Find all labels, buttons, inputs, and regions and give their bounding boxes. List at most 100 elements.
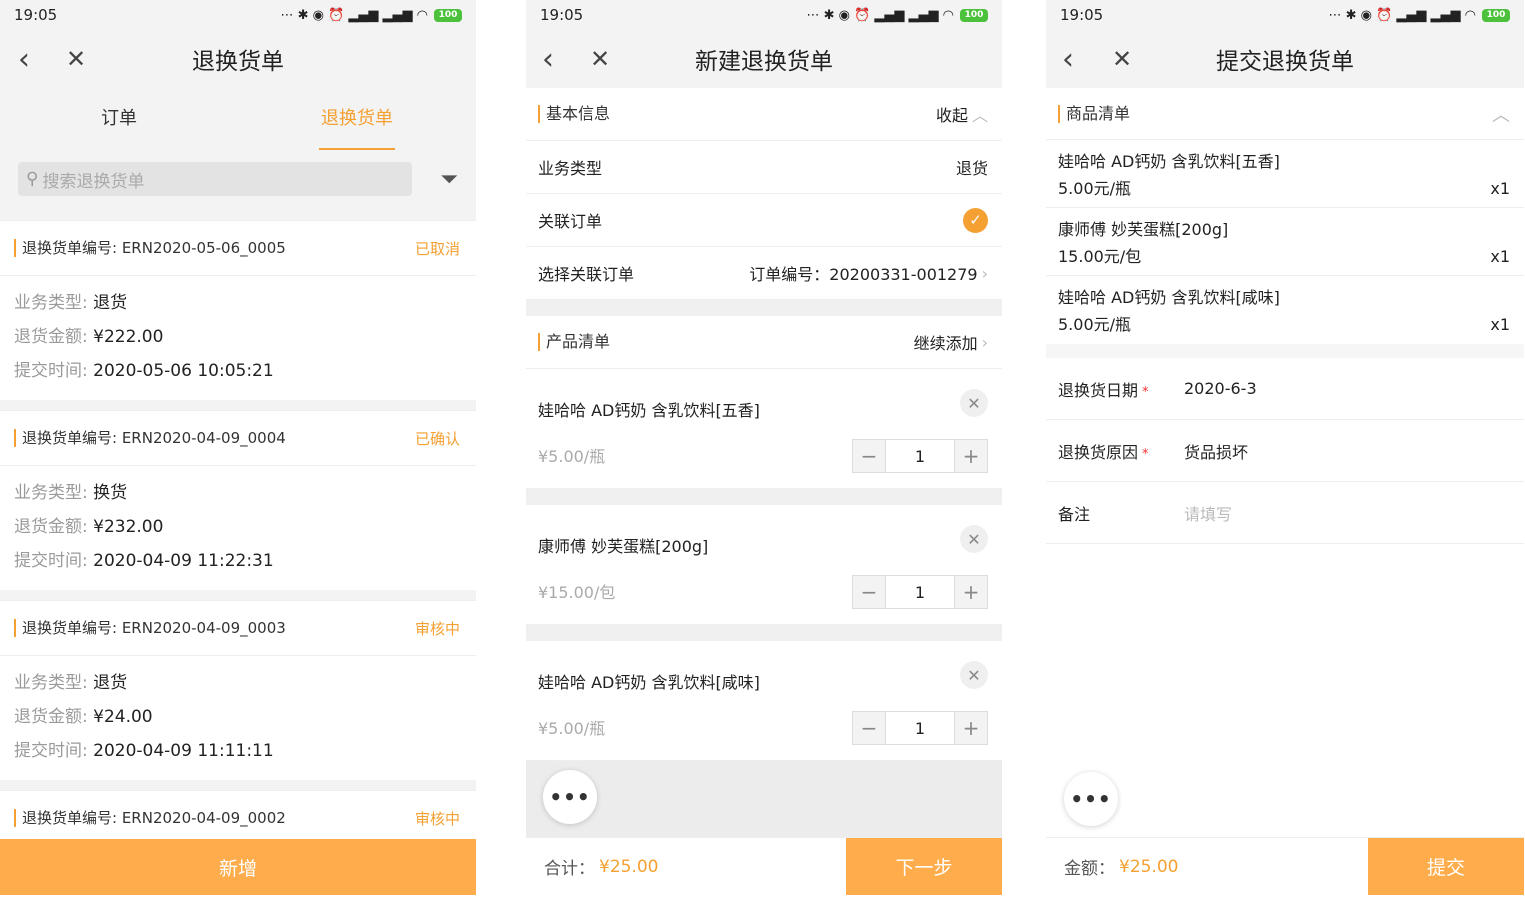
minus-icon[interactable]: − [853,440,885,472]
biz-type-key: 业务类型: [14,673,94,693]
reason-row[interactable]: 退换货原因 * 货品损坏 [1046,420,1524,482]
checkmark-icon[interactable]: ✓ [963,207,988,233]
card-header: 退换货单编号: ERN2020-04-09_0004 已确认 [0,410,476,466]
divider [526,489,1002,505]
collapse-button[interactable]: 收起 ︿ [936,102,988,126]
product-list-header: 产品清单 继续添加 › [526,316,1002,369]
list-item[interactable]: 退换货单编号: ERN2020-04-09_0004 已确认 业务类型: 换货 … [0,410,476,590]
chevron-up-icon: ︿ [971,106,988,125]
goods-name: 康师傅 妙芙蛋糕[200g] [1058,220,1229,239]
list-item[interactable]: 退换货单编号: ERN2020-04-09_0002 审核中 [0,790,476,846]
minus-icon[interactable]: − [853,712,885,744]
tab-returns[interactable]: 退换货单 [238,88,476,150]
amount-value: ¥25.00 [1119,856,1179,877]
search-input[interactable]: ⚲ 搜索退换货单 [18,162,412,196]
date-value: 2020-6-3 [1184,379,1257,398]
divider [526,300,1002,316]
quantity-value[interactable]: 1 [885,440,955,472]
date-label: 退换货日期 [1058,380,1139,400]
select-order-label: 选择关联订单 [538,265,635,284]
amount-value: ¥232.00 [93,517,164,537]
plus-icon[interactable]: + [955,576,987,608]
product-price: ¥15.00/包 [538,583,616,602]
basic-info-header: 基本信息 收起 ︿ [526,88,1002,141]
search-row: ⚲ 搜索退换货单 ⏷ [0,150,476,208]
signal-icon: ⋯ ✱ ◉ ⏰ ▂▄▆ ▂▄▆ ◠ [1328,7,1476,23]
product-price: ¥5.00/瓶 [538,447,606,466]
amount-label: 金额： [1064,859,1115,879]
remark-field[interactable]: 请填写 [1184,501,1232,525]
amount: 退货金额: ¥222.00 [14,320,462,354]
divider [1046,344,1524,358]
list-item[interactable]: 退换货单编号: ERN2020-05-06_0005 已取消 业务类型: 退货 … [0,220,476,400]
plus-icon[interactable]: + [955,712,987,744]
biz-type-value: 退货 [93,293,128,313]
card-body: 业务类型: 退货 退货金额: ¥222.00 提交时间: 2020-05-06 … [0,276,476,400]
amount: 退货金额: ¥24.00 [14,700,462,734]
biz-type-row[interactable]: 业务类型 退货 [526,141,1002,194]
chevron-up-icon[interactable]: ︿ [1492,101,1510,127]
biz-type-key: 业务类型: [14,483,94,503]
product-name: 康师傅 妙芙蛋糕[200g] [538,537,709,556]
status-icons: ⋯ ✱ ◉ ⏰ ▂▄▆ ▂▄▆ ◠ 100 [1328,8,1510,23]
back-icon[interactable]: ‹ [528,30,568,88]
minus-icon[interactable]: − [853,576,885,608]
quantity-value[interactable]: 1 [885,576,955,608]
reason-label: 退换货原因 [1058,442,1139,462]
goods-item: 娃哈哈 AD钙奶 含乳饮料[咸味] 5.00元/瓶 x1 [1046,276,1524,344]
card-body: 业务类型: 退货 退货金额: ¥24.00 提交时间: 2020-04-09 1… [0,656,476,780]
reason-label-wrap: 退换货原因 * [1058,439,1184,463]
biz-type-label: 业务类型 [538,159,603,178]
list-item[interactable]: 退换货单编号: ERN2020-04-09_0003 审核中 业务类型: 退货 … [0,600,476,780]
submit-return-screen: 19:05 ⋯ ✱ ◉ ⏰ ▂▄▆ ▂▄▆ ◠ 100 ‹ ✕ 提交退换货单 商… [1046,0,1524,898]
back-icon[interactable]: ‹ [1048,30,1088,88]
remove-icon[interactable]: ✕ [960,525,988,553]
goods-price: 15.00元/包 [1058,247,1142,266]
quantity-stepper: − 1 + [852,575,988,609]
tab-orders[interactable]: 订单 [0,88,238,150]
status-badge: 审核中 [414,619,460,638]
reason-value: 货品损坏 [1184,442,1249,462]
goods-list-header[interactable]: 商品清单 ︿ [1046,88,1524,140]
total-label: 合计： [544,859,595,879]
biz-type: 业务类型: 换货 [14,476,462,510]
quantity-stepper: − 1 + [852,711,988,745]
back-icon[interactable]: ‹ [4,30,44,88]
goods-qty: x1 [1490,179,1510,198]
submit-button[interactable]: 提交 [1368,838,1524,895]
more-icon[interactable]: ••• [1064,772,1118,826]
divider [0,780,476,790]
battery-icon: 100 [960,8,988,22]
more-icon[interactable]: ••• [543,770,597,824]
remark-label: 备注 [1058,504,1091,524]
card-header: 退换货单编号: ERN2020-04-09_0003 审核中 [0,600,476,656]
date-row[interactable]: 退换货日期 * 2020-6-3 [1046,358,1524,420]
biz-type-value: 退货 [93,673,128,693]
plus-icon[interactable]: + [955,440,987,472]
card-header: 退换货单编号: ERN2020-05-06_0005 已取消 [0,220,476,276]
close-icon[interactable]: ✕ [1102,30,1142,88]
product-list-title: 产品清单 [538,333,610,351]
goods-name: 娃哈哈 AD钙奶 含乳饮料[咸味] [1058,288,1280,307]
close-icon[interactable]: ✕ [56,30,96,88]
remove-icon[interactable]: ✕ [960,389,988,417]
select-order-row[interactable]: 选择关联订单 订单编号：20200331-001279 › [526,247,1002,300]
next-button[interactable]: 下一步 [846,838,1002,895]
divider [526,625,1002,641]
filter-icon[interactable]: ⏷ [412,167,458,192]
amount-key: 退货金额: [14,327,94,347]
amount-value: ¥24.00 [93,707,153,727]
collapse-label: 收起 [935,106,968,125]
time-value: 2020-04-09 11:22:31 [93,551,274,571]
remove-icon[interactable]: ✕ [960,661,988,689]
continue-add-button[interactable]: 继续添加 › [914,330,988,354]
signal-icon: ⋯ ✱ ◉ ⏰ ▂▄▆ ▂▄▆ ◠ [280,7,428,23]
quantity-value[interactable]: 1 [885,712,955,744]
chevron-right-icon: › [981,332,988,352]
return-list-screen: 19:05 ⋯ ✱ ◉ ⏰ ▂▄▆ ▂▄▆ ◠ 100 ‹ ✕ 退换货单 订单 … [0,0,476,898]
amount: 金额： ¥25.00 [1046,838,1368,895]
close-icon[interactable]: ✕ [580,30,620,88]
return-number: 退换货单编号: ERN2020-04-09_0004 [14,429,286,447]
submit-time: 提交时间: 2020-05-06 10:05:21 [14,354,462,388]
add-button[interactable]: 新增 [0,839,476,895]
